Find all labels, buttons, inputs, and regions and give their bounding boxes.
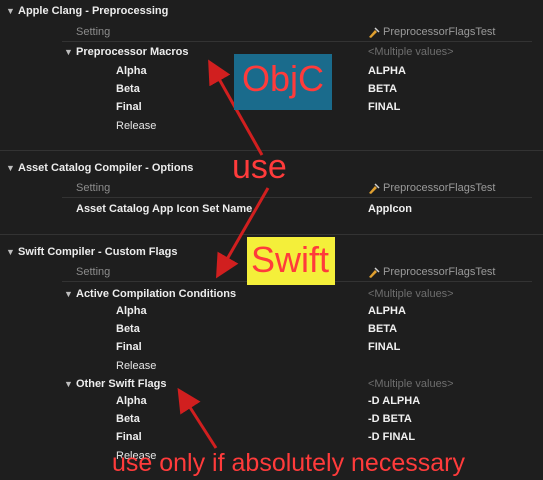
annotation-use: use <box>232 148 287 186</box>
annotation-objc: ObjC <box>242 58 325 99</box>
annotation-swift: Swift <box>251 239 330 280</box>
annotation-objc-box: ObjC <box>234 54 332 110</box>
annotation-swift-box: Swift <box>247 237 335 285</box>
arrow-up-to-other-swift-flags <box>177 387 218 449</box>
annotation-use-only: use only if absolutely necessary <box>112 449 465 477</box>
